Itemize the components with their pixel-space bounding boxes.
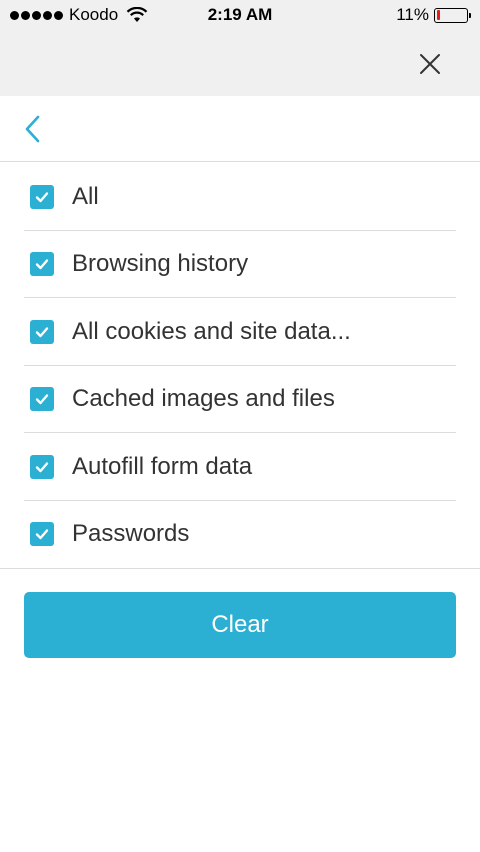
- battery-percent: 11%: [396, 5, 429, 24]
- status-bar: Koodo 2:19 AM 11%: [0, 0, 480, 32]
- option-row[interactable]: All: [0, 163, 480, 231]
- option-label: All: [72, 182, 99, 210]
- option-label: Browsing history: [72, 250, 249, 278]
- checkbox[interactable]: [30, 522, 54, 547]
- status-right: 11%: [396, 5, 471, 25]
- option-row[interactable]: Passwords: [0, 501, 480, 569]
- navigation-bar: [0, 96, 480, 162]
- checkmark-icon: [35, 259, 49, 270]
- checkmark-icon: [35, 192, 49, 202]
- checkbox[interactable]: [30, 184, 54, 209]
- checkmark-icon: [35, 529, 49, 540]
- option-row[interactable]: Cached images and files: [0, 366, 480, 434]
- battery-fill: [436, 10, 440, 20]
- close-icon: [420, 54, 440, 74]
- option-row[interactable]: Autofill form data: [0, 433, 480, 501]
- back-button[interactable]: [18, 114, 48, 144]
- checkbox[interactable]: [30, 454, 54, 479]
- option-row[interactable]: All cookies and site data...: [0, 298, 480, 366]
- clear-button[interactable]: Clear: [24, 592, 456, 658]
- checkbox[interactable]: [30, 387, 54, 412]
- checkbox[interactable]: [30, 252, 54, 277]
- option-row[interactable]: Browsing history: [0, 231, 480, 299]
- clear-data-options-list: All Browsing history All cookies and site …: [0, 163, 480, 569]
- checkmark-icon: [35, 462, 49, 472]
- checkbox[interactable]: [30, 319, 54, 344]
- battery-icon: [434, 7, 471, 23]
- option-label: All cookies and site data...: [72, 317, 351, 345]
- option-label: Cached images and files: [72, 385, 335, 413]
- close-button[interactable]: [416, 50, 444, 78]
- checkmark-icon: [35, 394, 49, 405]
- option-label: Autofill form data: [72, 452, 253, 480]
- chevron-left-icon: [25, 115, 40, 143]
- dialog-header: [0, 32, 480, 96]
- option-label: Passwords: [72, 520, 190, 548]
- checkmark-icon: [35, 327, 49, 337]
